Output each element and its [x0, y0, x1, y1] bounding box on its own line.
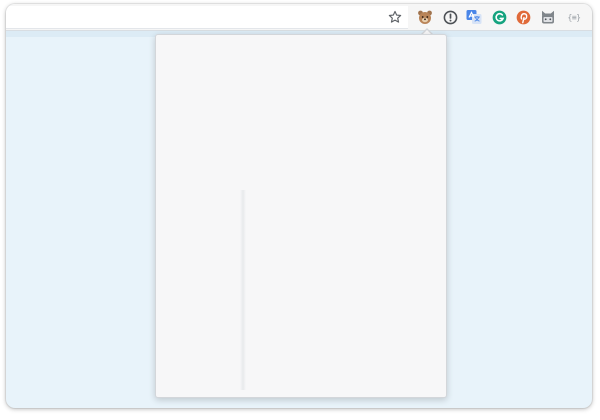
popup-faint-divider — [240, 190, 246, 390]
json-extension-icon[interactable]: {≡} — [565, 9, 583, 25]
grammarly-extension-icon[interactable] — [491, 9, 507, 25]
pinterest-extension-icon[interactable] — [515, 9, 531, 25]
address-bar[interactable] — [6, 6, 408, 29]
bookmark-star-icon[interactable] — [387, 9, 403, 25]
extension-popup[interactable] — [155, 34, 447, 398]
info-extension-icon[interactable] — [442, 9, 458, 25]
bear-extension-icon[interactable] — [417, 9, 433, 25]
json-extension-label: {≡} — [567, 12, 581, 22]
cat-extension-icon[interactable] — [540, 9, 556, 25]
browser-toolbar: {≡} — [6, 4, 592, 31]
translate-extension-icon[interactable] — [466, 9, 482, 25]
